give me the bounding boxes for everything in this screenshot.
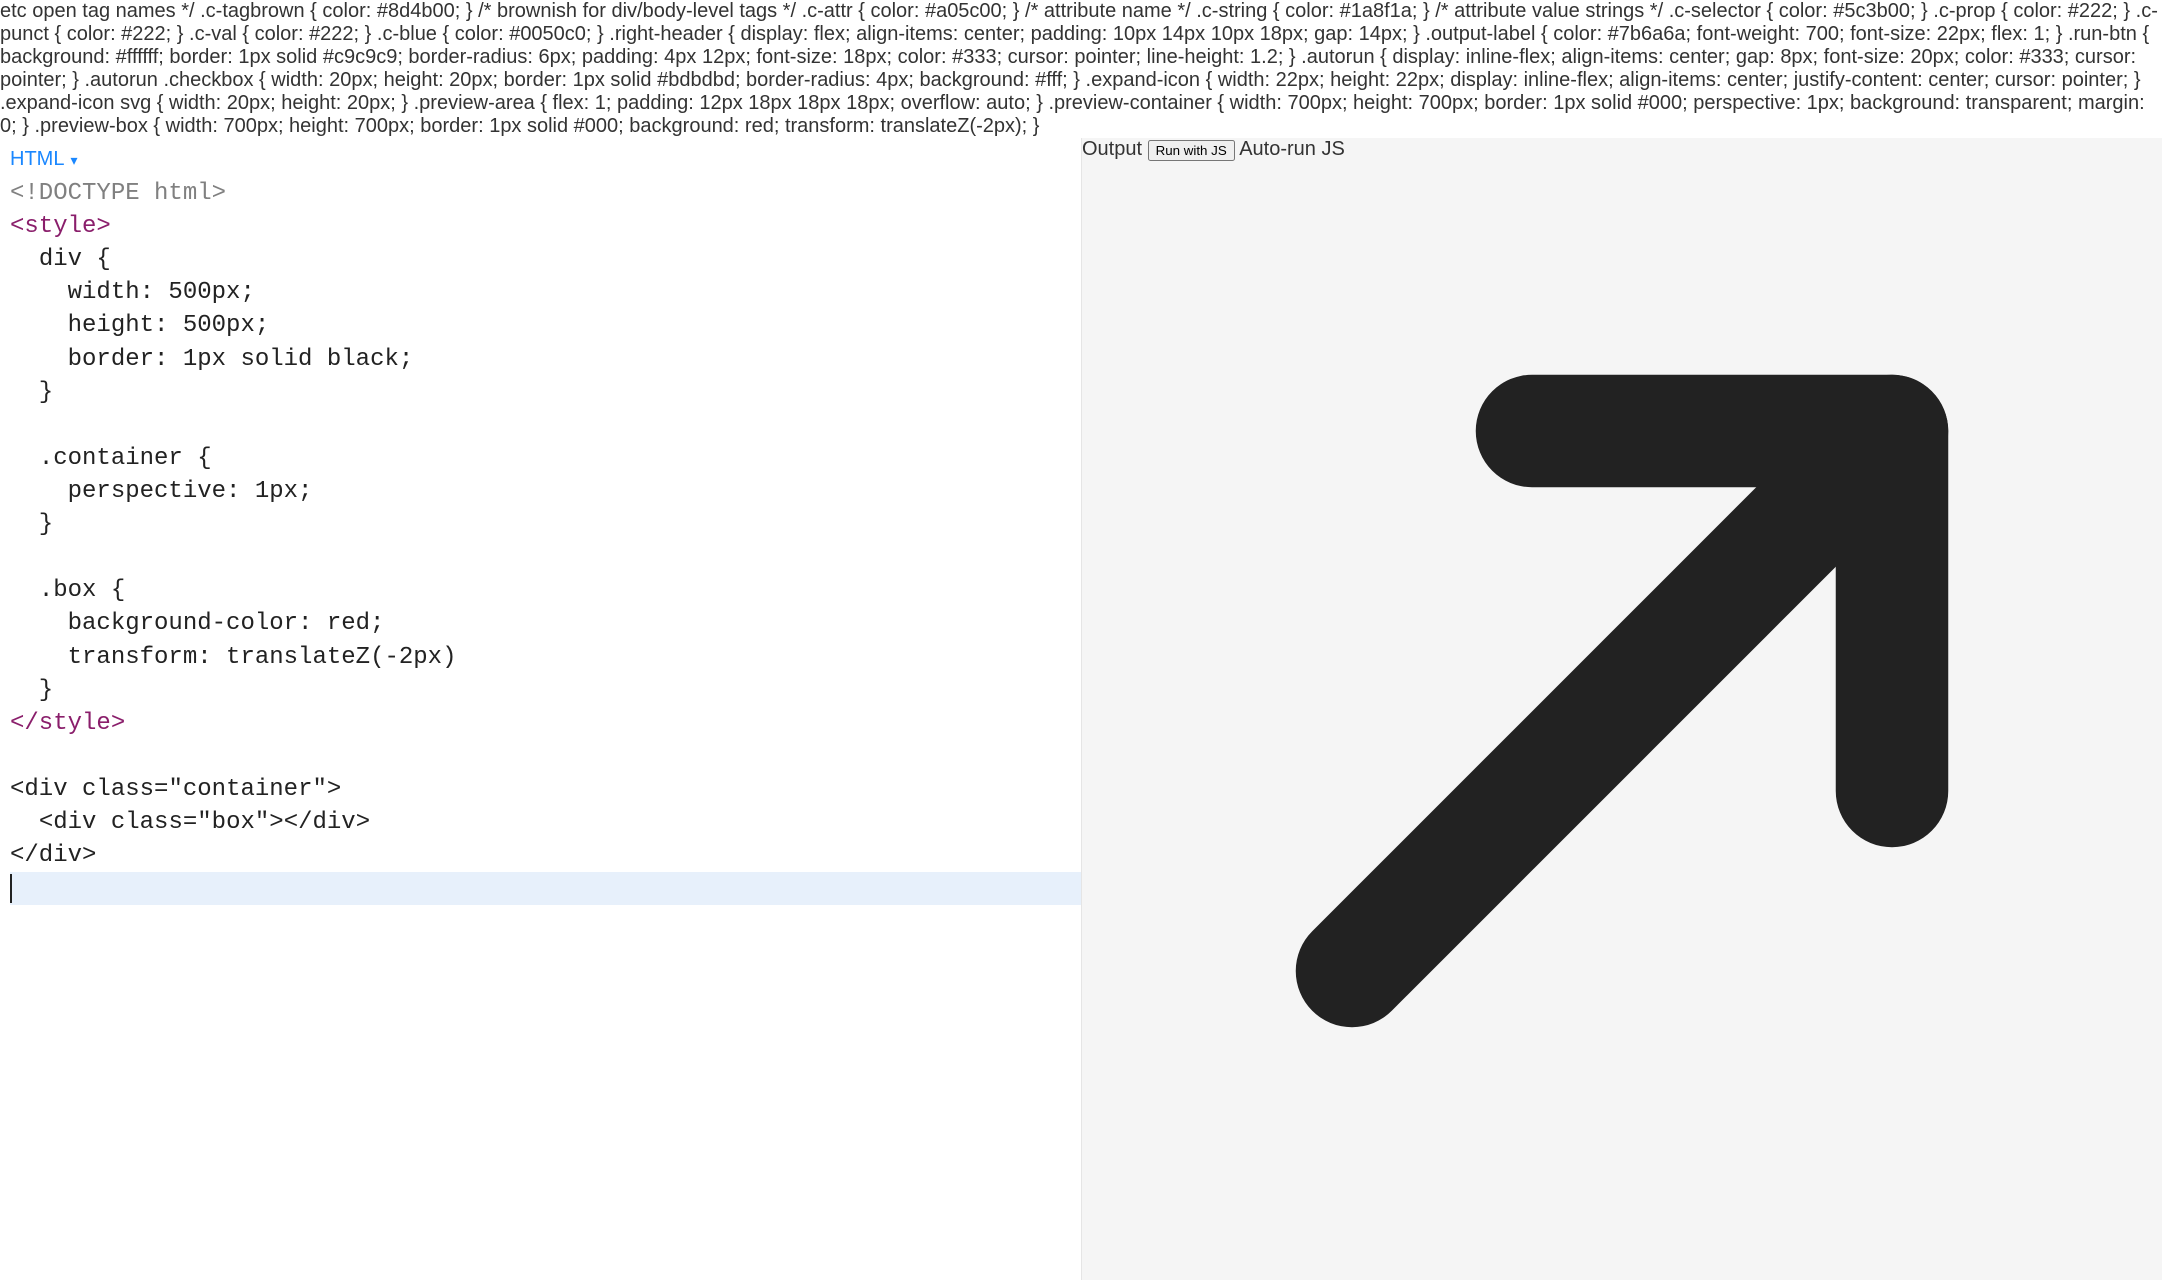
code-line: } [10,508,1081,541]
code-line: width: 500px; [10,276,1081,309]
code-line: border: 1px solid black; [10,343,1081,376]
autorun-label: Auto-run JS [1239,138,1345,160]
code-line: div { [10,243,1081,276]
expand-icon[interactable] [1082,1224,2162,1246]
code-line: </style> [10,707,1081,740]
code-line [10,740,1081,773]
code-line: height: 500px; [10,309,1081,342]
code-line: <div class="container"> [10,773,1081,806]
code-line: <div class="box"></div> [10,806,1081,839]
code-line: transform: translateZ(-2px) [10,641,1081,674]
caret-down-icon: ▾ [70,153,77,167]
code-line: <style> [10,210,1081,243]
output-header: Output Run with JS Auto-run JS [1082,138,2162,1247]
code-line: } [10,376,1081,409]
code-line: .container { [10,442,1081,475]
code-line: perspective: 1px; [10,475,1081,508]
code-line: .box { [10,574,1081,607]
code-line: } [10,674,1081,707]
autorun-js-toggle[interactable]: Auto-run JS [1239,138,1345,160]
language-mode-label: HTML [10,148,64,171]
code-line [10,541,1081,574]
output-label: Output [1082,138,1142,160]
output-pane: Output Run with JS Auto-run JS [1081,138,2162,1280]
app-root: HTML ▾ <!DOCTYPE html><style> div { widt… [0,138,2162,1280]
code-line [10,872,1081,905]
language-mode-selector[interactable]: HTML ▾ [10,148,77,171]
code-line [10,409,1081,442]
code-editor[interactable]: <!DOCTYPE html><style> div { width: 500p… [0,177,1081,1280]
code-line: background-color: red; [10,607,1081,640]
code-line: <!DOCTYPE html> [10,177,1081,210]
editor-pane: HTML ▾ <!DOCTYPE html><style> div { widt… [0,138,1081,1280]
editor-header: HTML ▾ [0,138,1081,177]
code-line: </div> [10,839,1081,872]
run-with-js-button[interactable]: Run with JS [1148,140,1235,161]
